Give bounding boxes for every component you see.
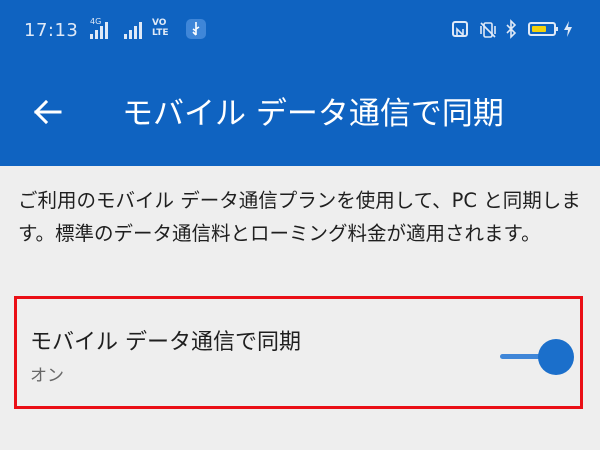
back-arrow-icon [33, 99, 62, 125]
description-text: ご利用のモバイル データ通信プランを使用して、PC と同期します。標準のデータ通… [18, 189, 581, 245]
setting-title: モバイル データ通信で同期 [30, 330, 301, 355]
status-bar: 17:13 4G VO LTE [0, 0, 600, 62]
back-button[interactable] [26, 90, 70, 134]
vibrate-icon [478, 20, 498, 40]
signal-icon-2 [124, 19, 146, 39]
volte-line-1: VO [152, 18, 167, 28]
signal-icon: 4G [90, 17, 116, 39]
charging-icon [563, 21, 573, 37]
app-bar: モバイル データ通信で同期 [0, 62, 600, 166]
page-title: モバイル データ通信で同期 [122, 96, 504, 132]
setting-state: オン [30, 366, 64, 386]
mobile-data-sync-toggle[interactable] [500, 339, 576, 375]
battery-level [532, 26, 546, 32]
volte-line-2: LTE [152, 28, 169, 38]
volte-indicator: VO LTE [152, 18, 169, 38]
usb-icon [186, 19, 206, 39]
toggle-thumb [538, 339, 574, 375]
status-time: 17:13 [24, 20, 79, 41]
battery-icon [528, 22, 558, 36]
mobile-data-sync-setting[interactable]: モバイル データ通信で同期 オン [14, 296, 583, 409]
nfc-icon [452, 21, 468, 37]
bluetooth-icon [505, 19, 517, 39]
